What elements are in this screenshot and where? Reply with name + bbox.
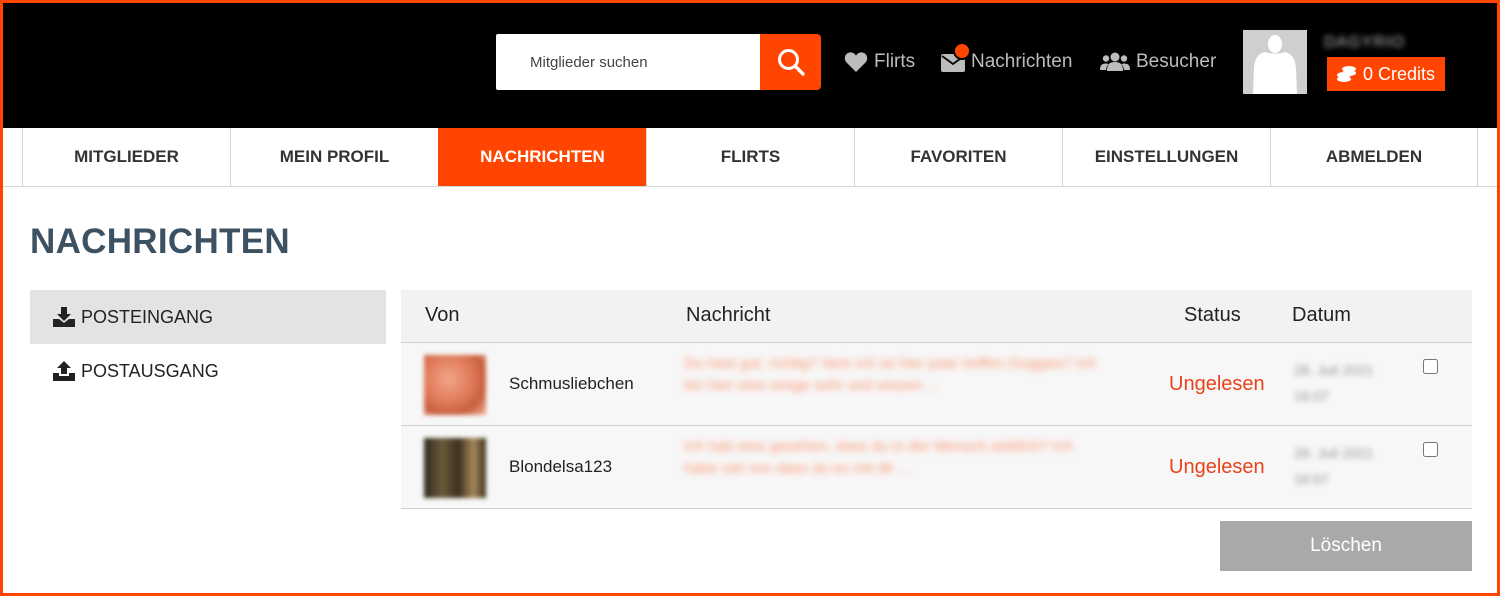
column-header-from: Von [425, 304, 460, 326]
column-header-status: Status [1184, 304, 1241, 326]
column-header-date: Datum [1292, 304, 1351, 326]
tab-mein-profil[interactable]: MEIN PROFIL [230, 128, 438, 186]
date-label: 28. Juli 2021 16:07 [1294, 362, 1374, 404]
message-table: Von Nachricht Status Datum Schmusliebche… [401, 290, 1472, 509]
sender-name[interactable]: Schmusliebchen [509, 374, 634, 394]
users-icon [1100, 52, 1130, 71]
avatar[interactable] [1243, 30, 1307, 94]
inbox-download-icon [53, 307, 75, 327]
table-row[interactable]: Blondelsa123 Ich hab eine gesehen, dass … [401, 426, 1472, 509]
nav-divider [3, 186, 1497, 187]
flirts-link[interactable]: Flirts [844, 48, 915, 76]
sidebar-item-inbox[interactable]: POSTEINGANG [30, 290, 386, 344]
user-silhouette-icon [1243, 30, 1307, 94]
search-input[interactable] [496, 34, 760, 90]
sidebar-item-label: POSTEINGANG [81, 306, 214, 327]
tab-einstellungen[interactable]: EINSTELLUNGEN [1062, 128, 1270, 186]
visitors-link-label: Besucher [1136, 51, 1217, 72]
table-header: Von Nachricht Status Datum [401, 290, 1472, 343]
tab-abmelden[interactable]: ABMELDEN [1270, 128, 1478, 186]
top-bar: Flirts Nachrichten Besucher DAGYRI [0, 0, 1500, 128]
message-preview[interactable]: Ich hab eine gesehen, dass du in der Men… [684, 436, 1104, 480]
status-label: Ungelesen [1169, 456, 1265, 478]
credits-button[interactable]: 0 Credits [1327, 57, 1445, 91]
visitors-link[interactable]: Besucher [1100, 48, 1216, 76]
sidebar-item-label: POSTAUSGANG [81, 360, 219, 381]
flirts-link-label: Flirts [874, 51, 916, 72]
heart-icon [844, 52, 868, 72]
sender-name[interactable]: Blondelsa123 [509, 457, 612, 477]
date-label: 28. Juli 2021 16:07 [1294, 445, 1374, 487]
table-row[interactable]: Schmusliebchen Du hast gut, richtig? Nei… [401, 343, 1472, 426]
search-button[interactable] [760, 34, 821, 90]
page-title: NACHRICHTEN [30, 222, 290, 261]
status-label: Ungelesen [1169, 373, 1265, 395]
message-preview[interactable]: Du hast gut, richtig? Nein ich ist hier … [684, 353, 1104, 397]
column-header-message: Nachricht [686, 304, 771, 326]
notification-badge [953, 42, 971, 60]
sender-photo[interactable] [424, 355, 486, 415]
tab-flirts[interactable]: FLIRTS [646, 128, 854, 186]
main-nav: MITGLIEDER MEIN PROFIL NACHRICHTEN FLIRT… [22, 128, 1478, 187]
username[interactable]: DAGYRIO [1324, 34, 1405, 52]
credits-label: 0 Credits [1362, 63, 1436, 84]
coins-icon [1336, 66, 1356, 82]
tab-mitglieder[interactable]: MITGLIEDER [22, 128, 230, 186]
messages-link[interactable]: Nachrichten [941, 42, 1073, 76]
outbox-upload-icon [53, 361, 75, 381]
row-checkbox[interactable] [1423, 442, 1438, 457]
sidebar-item-outbox[interactable]: POSTAUSGANG [30, 344, 386, 398]
messages-link-label: Nachrichten [971, 51, 1073, 72]
row-checkbox[interactable] [1423, 359, 1438, 374]
sender-photo[interactable] [424, 438, 486, 498]
envelope-icon-wrap [941, 42, 971, 72]
search-icon [777, 49, 805, 76]
tab-nachrichten[interactable]: NACHRICHTEN [438, 128, 646, 186]
delete-button[interactable]: Löschen [1220, 521, 1472, 571]
tab-favoriten[interactable]: FAVORITEN [854, 128, 1062, 186]
